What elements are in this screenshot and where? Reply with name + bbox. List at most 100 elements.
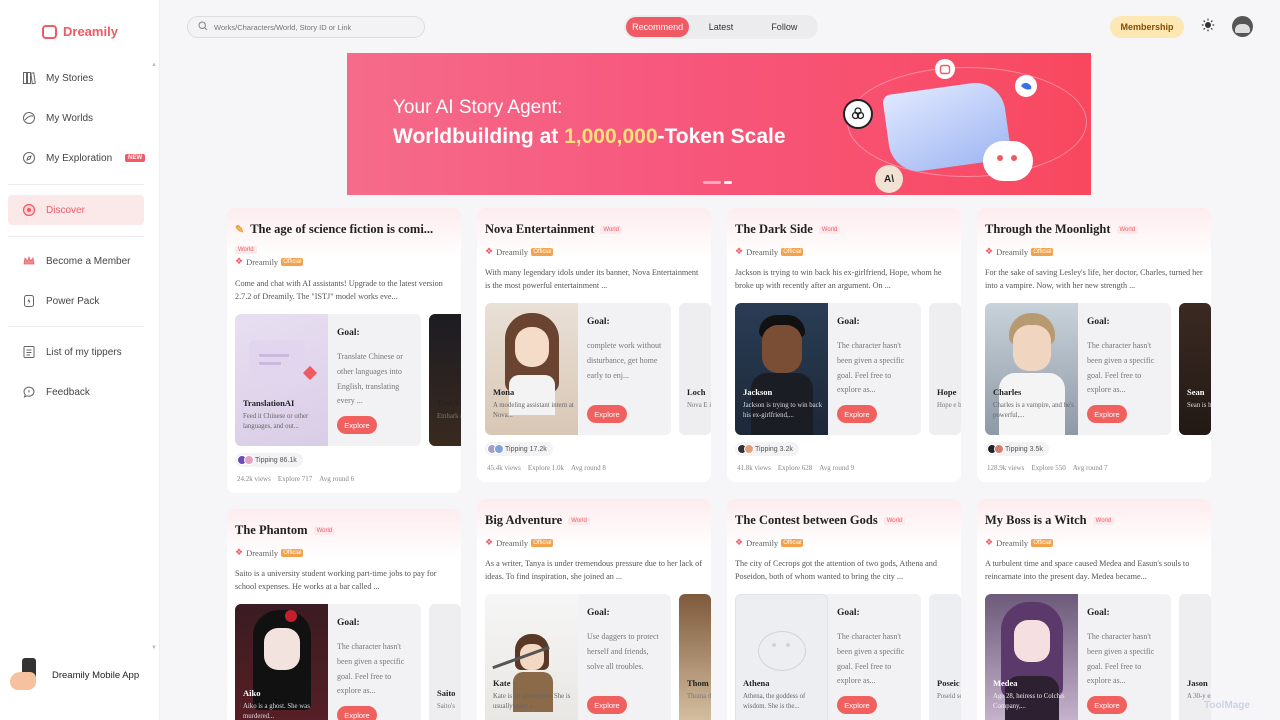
author-avatar-icon: ❖ — [985, 537, 994, 547]
explore-button[interactable]: Explore — [337, 706, 377, 720]
sidebar-item-my-worlds[interactable]: My Worlds — [22, 108, 93, 128]
story-card[interactable]: My Boss is a Witch World ❖ Dreamily Offici… — [977, 499, 1211, 720]
author-avatar-icon: ❖ — [735, 246, 744, 256]
goal-text: Use daggers to protect herself and frien… — [587, 632, 659, 671]
author-avatar-icon: ❖ — [235, 256, 244, 266]
character-card[interactable]: Medea Age 28, heiress to Colchis Company… — [985, 594, 1171, 720]
character-card[interactable]: TranslationAI Feed it Chinese or other l… — [235, 314, 421, 446]
promo-banner[interactable]: Your AI Story Agent: Worldbuilding at 1,… — [347, 53, 1091, 195]
character-description: Aiko is a ghost. She was murdered... — [243, 703, 310, 720]
story-card[interactable]: The Contest between Gods World ❖ Dreamily… — [727, 499, 961, 720]
story-title: The Phantom World — [235, 523, 336, 538]
story-description: Jackson is trying to win back his ex-gir… — [735, 268, 942, 290]
author-line[interactable]: ❖ Dreamily Official — [485, 246, 554, 257]
story-title: Big Adventure World — [485, 513, 590, 528]
tipping-badge[interactable]: Tipping 86.1k — [235, 453, 303, 467]
character-card[interactable]: Charles Charles is a vampire, and he's p… — [985, 303, 1171, 435]
user-avatar[interactable] — [1232, 16, 1253, 37]
sidebar-item-my-stories[interactable]: My Stories — [22, 68, 93, 88]
goal-label: Goal: — [1087, 317, 1110, 327]
author-line[interactable]: ❖ Dreamily Official — [985, 246, 1054, 257]
tab-follow[interactable]: Follow — [753, 17, 816, 37]
character-card-peek[interactable]: Loch Nova E idol. He — [679, 303, 711, 435]
story-card[interactable]: Big Adventure World ❖ Dreamily Official As… — [477, 499, 711, 720]
character-description: Kate is an adventurer. She is usually qu… — [493, 693, 571, 710]
sidebar-item-discover[interactable]: Discover — [8, 195, 144, 225]
character-image — [679, 303, 711, 435]
author-line[interactable]: ❖ Dreamily Official — [235, 256, 304, 267]
sidebar-item-tippers[interactable]: List of my tippers — [22, 342, 122, 362]
world-tag: World — [883, 516, 906, 525]
world-tag: World — [568, 516, 590, 525]
tab-latest[interactable]: Latest — [689, 17, 752, 37]
explore-button[interactable]: Explore — [587, 696, 627, 714]
character-card[interactable]: Jackson Jackson is trying to win back hi… — [735, 303, 921, 435]
character-card-peek[interactable]: Poseic Poseid sea. He — [929, 594, 961, 720]
author-line[interactable]: ❖ Dreamily Official — [235, 547, 304, 558]
tipping-badge[interactable]: Tipping 3.5k — [985, 442, 1049, 456]
scroll-down-icon[interactable]: ▼ — [151, 645, 157, 651]
story-description: As a writer, Tanya is under tremendous p… — [485, 559, 702, 581]
goal-label: Goal: — [337, 618, 360, 628]
openai-logo-icon — [843, 99, 873, 129]
character-card-peek[interactable]: TextA Embark quest w — [429, 314, 461, 446]
character-description: Athena, the goddess of wisdom. She is th… — [743, 693, 806, 710]
tipping-badge[interactable]: Tipping 3.2k — [735, 442, 799, 456]
character-name: Medea — [993, 678, 1018, 688]
goal-label: Goal: — [837, 608, 860, 618]
scroll-up-icon[interactable]: ▲ — [151, 62, 157, 68]
carousel-indicator[interactable] — [703, 181, 732, 184]
character-card-peek[interactable]: Saito Saito's — [429, 604, 461, 720]
character-card[interactable]: Athena Athena, the goddess of wisdom. Sh… — [735, 594, 921, 720]
explore-button[interactable]: Explore — [1087, 696, 1127, 714]
theme-toggle-button[interactable] — [1199, 18, 1217, 36]
character-card-peek[interactable]: Thom Thoma doesn't — [679, 594, 711, 720]
explore-button[interactable]: Explore — [337, 416, 377, 434]
story-card[interactable]: Through the Moonlight World ❖ Dreamily Off… — [977, 208, 1211, 482]
story-card[interactable]: ✎ The age of science fiction is comi... W… — [227, 208, 461, 493]
sidebar-item-label: Discover — [46, 204, 85, 216]
sidebar: Dreamily My Stories My Worlds My Explora… — [0, 0, 160, 720]
sidebar-item-become-member[interactable]: Become a Member — [22, 251, 130, 271]
membership-button[interactable]: Membership — [1110, 16, 1184, 38]
character-card[interactable]: Aiko Aiko is a ghost. She was murdered..… — [235, 604, 421, 720]
character-description: A modeling assistant intern at Nova... — [493, 402, 574, 419]
story-description: A turbulent time and space caused Medea … — [985, 559, 1190, 581]
sidebar-item-label: My Exploration — [46, 152, 113, 164]
explore-button[interactable]: Explore — [837, 696, 877, 714]
explore-button[interactable]: Explore — [837, 405, 877, 423]
sidebar-item-label: Become a Member — [46, 255, 131, 267]
story-card[interactable]: The Phantom World ❖ Dreamily Official Sait… — [227, 509, 461, 720]
character-card[interactable]: Mona A modeling assistant intern at Nova… — [485, 303, 671, 435]
sparkle-icon: ✎ — [235, 224, 245, 236]
search-bar[interactable] — [187, 16, 425, 38]
explore-button[interactable]: Explore — [587, 405, 627, 423]
author-line[interactable]: ❖ Dreamily Official — [735, 537, 804, 548]
sidebar-item-feedback[interactable]: Feedback — [22, 382, 90, 402]
character-image — [929, 303, 961, 435]
author-line[interactable]: ❖ Dreamily Official — [985, 537, 1054, 548]
story-card[interactable]: The Dark Side World ❖ Dreamily Official Ja… — [727, 208, 961, 482]
deepseek-logo-icon — [1015, 75, 1037, 97]
author-line[interactable]: ❖ Dreamily Official — [485, 537, 554, 548]
sidebar-item-my-exploration[interactable]: My Exploration NEW — [22, 148, 146, 168]
character-description: Embark quest w — [437, 413, 461, 420]
anthropic-logo-icon: A\ — [875, 165, 903, 193]
story-stats: 24.2k views Explore 717 Avg round 6 — [237, 475, 355, 483]
world-tag: World — [1116, 225, 1139, 234]
app-logo[interactable]: Dreamily — [42, 24, 118, 39]
sidebar-item-power-pack[interactable]: Power Pack — [22, 291, 99, 311]
page-scrollbar[interactable] — [1270, 48, 1278, 720]
tipping-badge[interactable]: Tipping 17.2k — [485, 442, 553, 456]
character-card[interactable]: Kate Kate is an adventurer. She is usual… — [485, 594, 671, 720]
story-card[interactable]: Nova Entertainment World ❖ Dreamily Offici… — [477, 208, 711, 482]
character-card-peek[interactable]: Sean Sean is hunter. — [1179, 303, 1211, 435]
mobile-app-link[interactable]: Dreamily Mobile App — [8, 656, 139, 694]
world-tag: World — [600, 225, 622, 234]
search-input[interactable] — [214, 22, 414, 32]
tab-recommend[interactable]: Recommend — [626, 17, 690, 37]
character-card-peek[interactable]: Hope Hope e books a — [929, 303, 961, 435]
story-title: Nova Entertainment World — [485, 222, 622, 237]
author-line[interactable]: ❖ Dreamily Official — [735, 246, 804, 257]
explore-button[interactable]: Explore — [1087, 405, 1127, 423]
